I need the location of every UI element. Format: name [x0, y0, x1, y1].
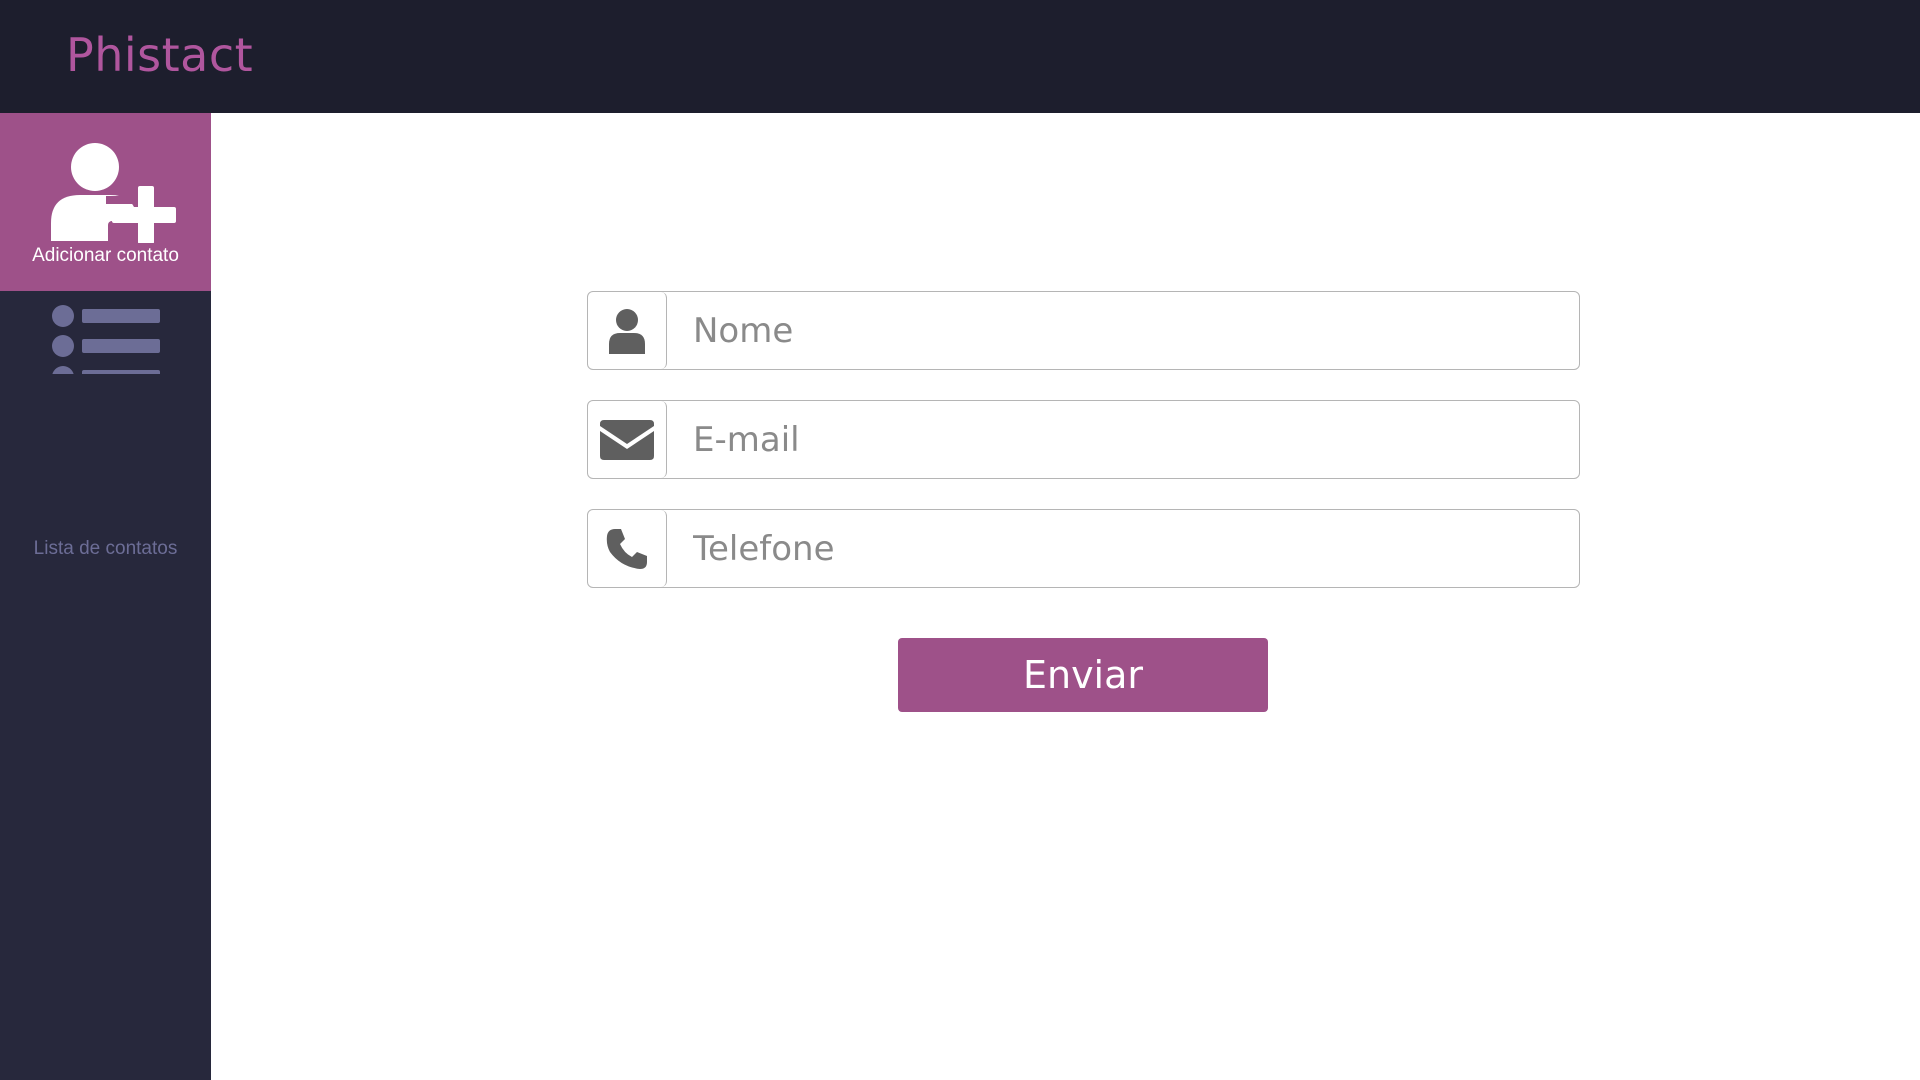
sidebar-item-contact-list[interactable]: Lista de contatos	[0, 291, 211, 559]
envelope-icon	[588, 401, 667, 478]
user-icon	[588, 292, 667, 369]
submit-button[interactable]: Enviar	[898, 638, 1268, 712]
email-field	[587, 400, 1580, 479]
main-content: Enviar	[211, 113, 1920, 1080]
phone-input[interactable]	[667, 510, 1579, 587]
app-logo-text: Phistact	[66, 28, 254, 82]
sidebar-item-label: Adicionar contato	[32, 245, 179, 266]
list-icon	[52, 305, 160, 374]
email-input[interactable]	[667, 401, 1579, 478]
top-bar: Phistact	[0, 0, 1920, 113]
name-input[interactable]	[667, 292, 1579, 369]
phone-icon	[588, 510, 667, 587]
sidebar-item-label: Lista de contatos	[33, 538, 178, 559]
sidebar-item-add-contact[interactable]: Adicionar contato	[0, 113, 211, 291]
name-field	[587, 291, 1580, 370]
phone-field	[587, 509, 1580, 588]
add-user-icon	[51, 143, 178, 243]
sidebar: Adicionar contato Lista de contatos	[0, 113, 211, 1080]
